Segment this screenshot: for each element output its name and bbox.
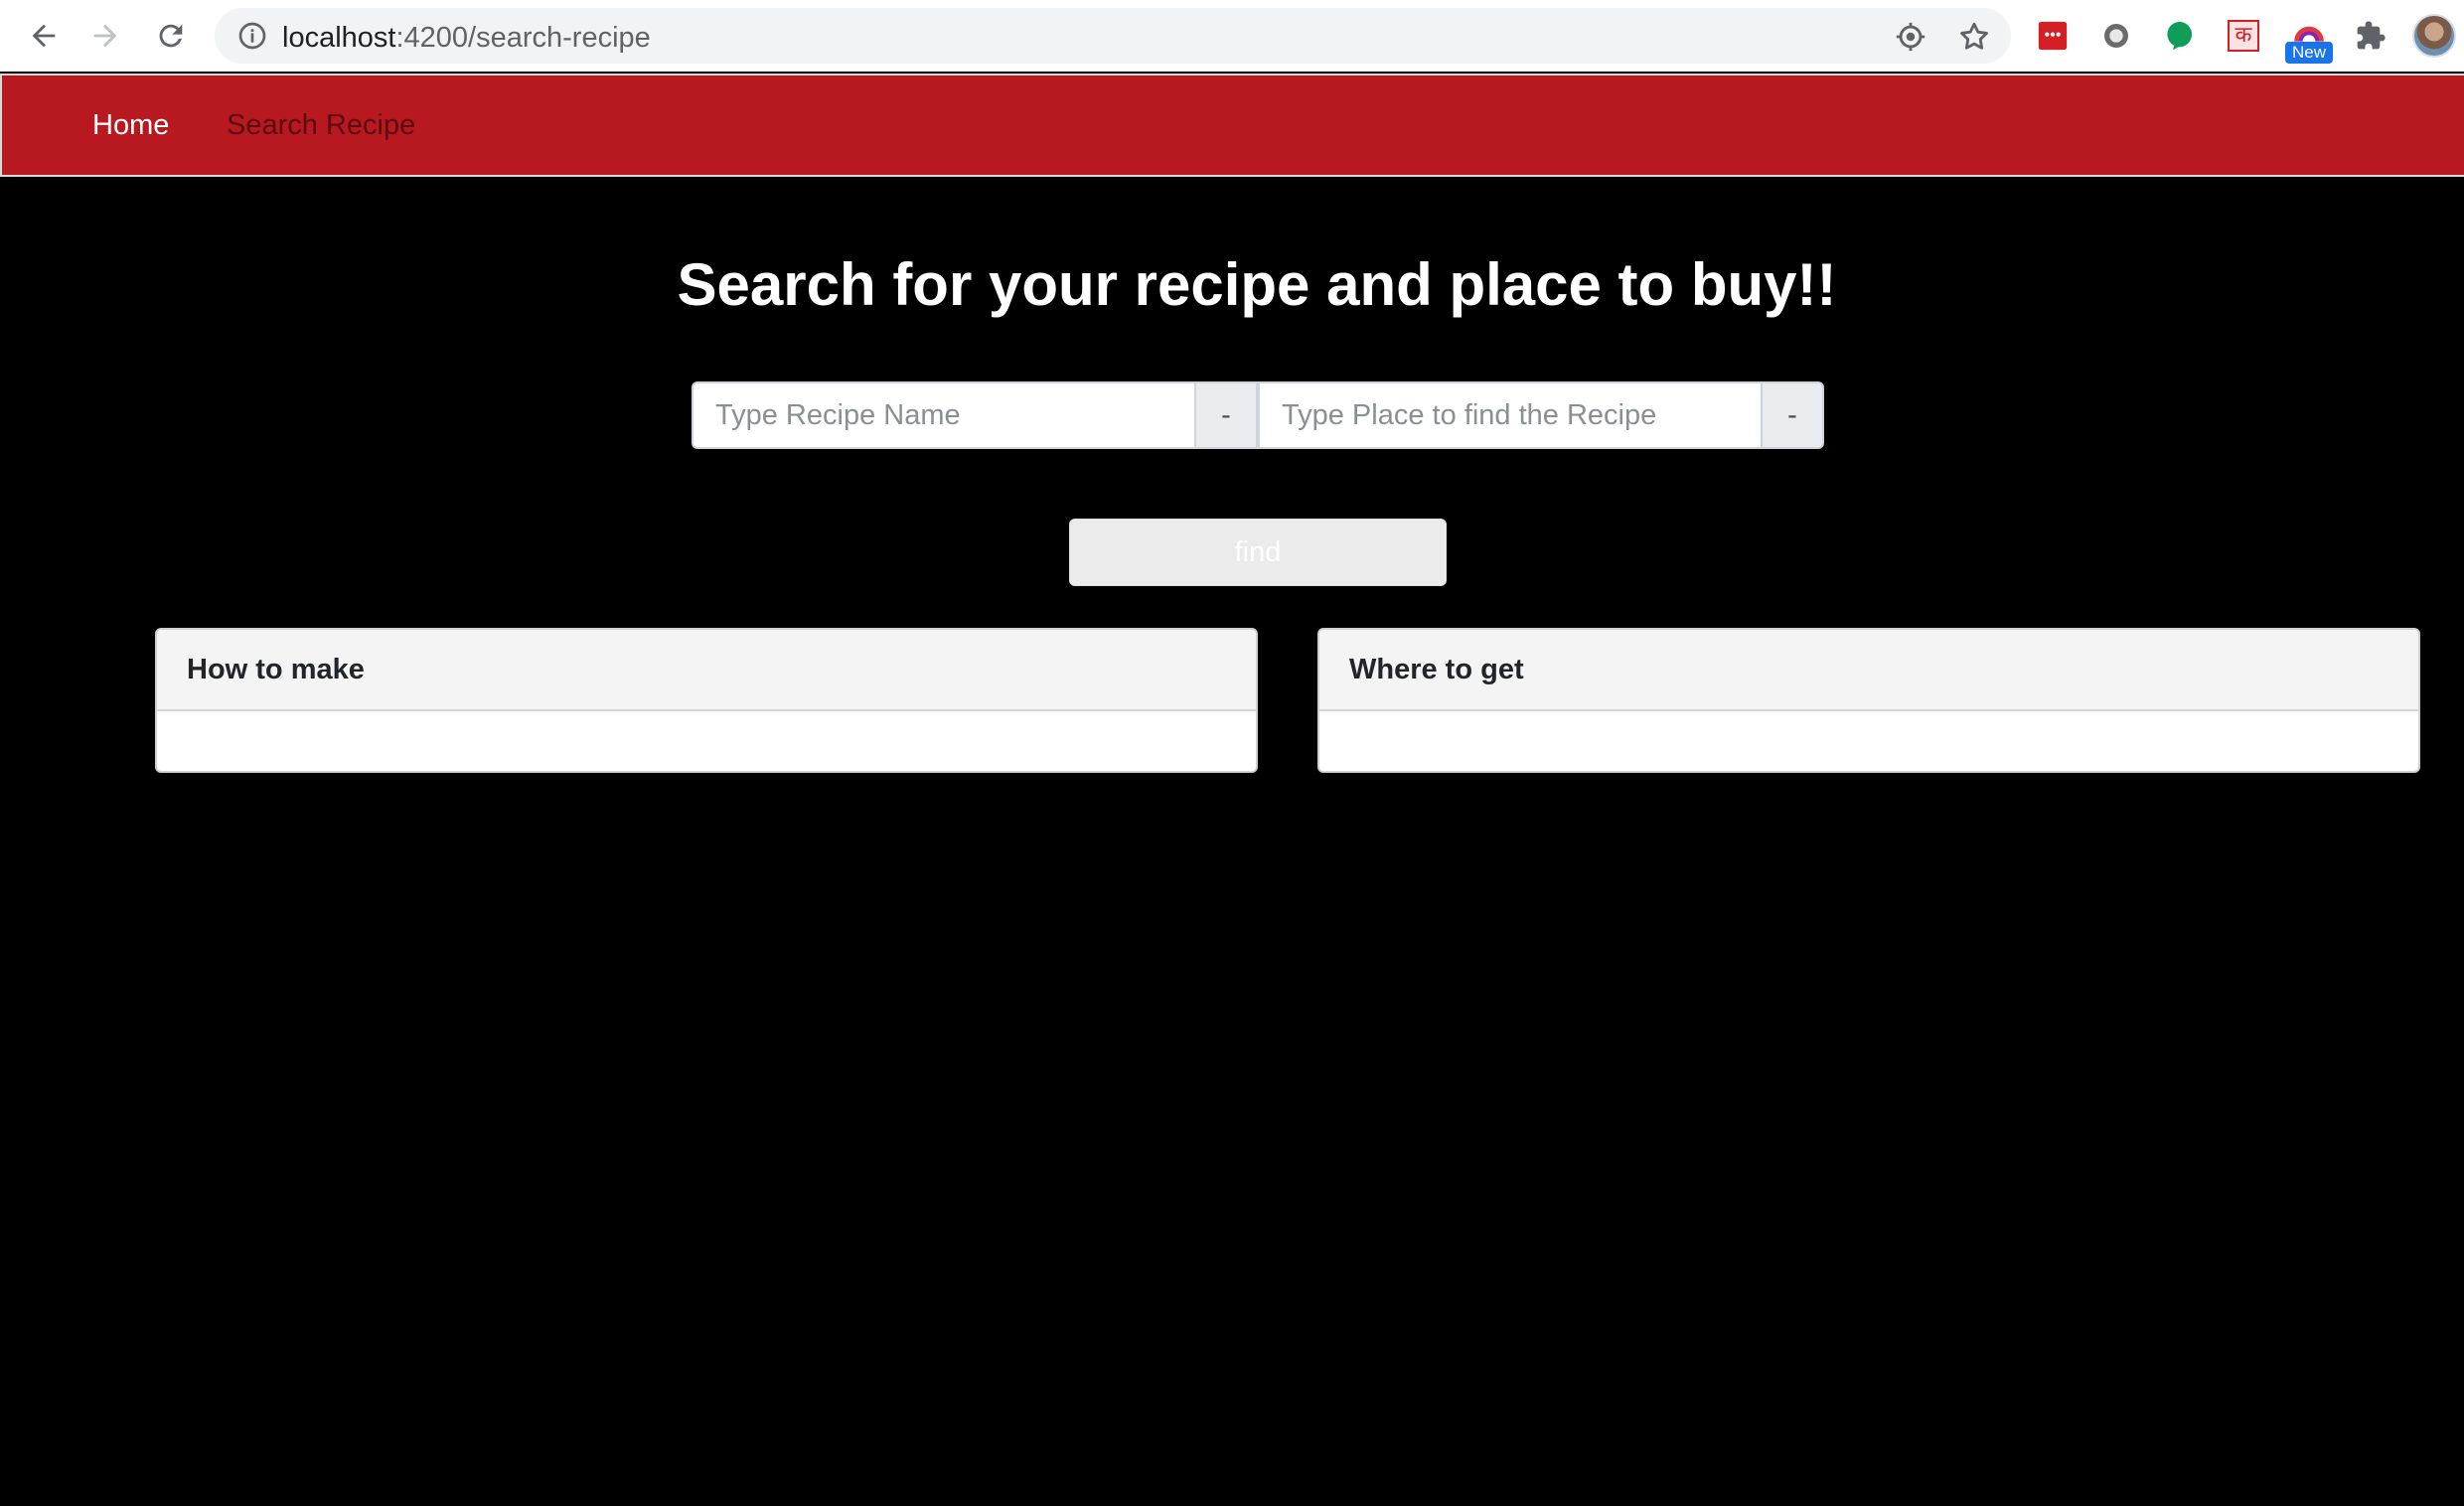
- extension-circle-graphic: [2104, 24, 2128, 48]
- how-to-make-card: How to make: [155, 628, 1258, 773]
- recipe-input-group: -: [692, 381, 1258, 449]
- location-target-icon[interactable]: [1894, 20, 1927, 54]
- extension-red-icon[interactable]: [2035, 18, 2071, 54]
- puzzle-icon: [2357, 21, 2386, 50]
- how-to-make-header: How to make: [157, 630, 1256, 711]
- url-path: :4200/search-recipe: [395, 22, 651, 54]
- nav-link-home[interactable]: Home: [92, 109, 169, 142]
- recipe-name-input[interactable]: [692, 381, 1194, 449]
- url-text[interactable]: localhost:4200/search-recipe: [282, 22, 651, 55]
- back-button[interactable]: [22, 14, 66, 58]
- extension-green-icon[interactable]: [2162, 18, 2198, 54]
- extension-circle-icon[interactable]: [2098, 18, 2134, 54]
- page-title: Search for your recipe and place to buy!…: [677, 251, 1837, 318]
- where-to-get-card: Where to get: [1317, 628, 2420, 773]
- url-host: localhost: [282, 22, 396, 54]
- chat-bubble-icon: [2167, 21, 2193, 51]
- arrow-right-icon: [93, 24, 117, 48]
- where-to-get-header: Where to get: [1319, 630, 2418, 711]
- site-info-icon[interactable]: [236, 20, 268, 52]
- nav-link-search-recipe[interactable]: Search Recipe: [227, 109, 415, 142]
- app-navbar: Home Search Recipe: [0, 74, 2464, 177]
- extensions-puzzle-icon[interactable]: [2353, 18, 2388, 54]
- browser-toolbar: localhost:4200/search-recipe क New: [0, 0, 2464, 72]
- bookmark-star-icon[interactable]: [1957, 20, 1991, 54]
- address-bar[interactable]: localhost:4200/search-recipe: [215, 8, 2011, 64]
- profile-avatar[interactable]: [2412, 14, 2456, 58]
- place-input[interactable]: [1258, 381, 1761, 449]
- extension-red-graphic: [2038, 21, 2068, 51]
- new-badge: New: [2285, 42, 2333, 64]
- reload-button[interactable]: [149, 14, 193, 58]
- extension-ka-icon[interactable]: क: [2226, 18, 2261, 54]
- find-button[interactable]: find: [1069, 519, 1447, 586]
- forward-button[interactable]: [83, 14, 127, 58]
- place-input-group: -: [1258, 381, 1824, 449]
- extension-ka-label: क: [2228, 20, 2259, 52]
- reload-icon: [159, 24, 183, 48]
- place-input-addon: -: [1761, 381, 1824, 449]
- recipe-input-addon: -: [1194, 381, 1258, 449]
- arrow-left-icon: [32, 24, 56, 48]
